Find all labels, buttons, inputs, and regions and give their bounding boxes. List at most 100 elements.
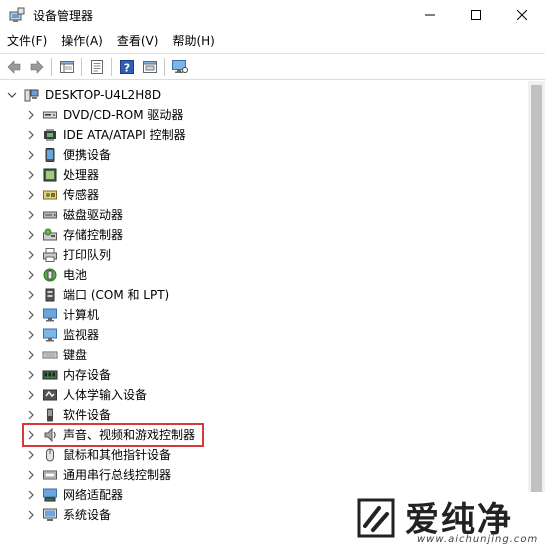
- chevron-right-icon[interactable]: [26, 110, 36, 120]
- chevron-right-icon[interactable]: [26, 510, 36, 520]
- tree-item-label: 软件设备: [63, 408, 112, 422]
- toolbar: ?: [0, 53, 545, 80]
- tree-item-label: 监视器: [63, 328, 100, 342]
- chevron-right-icon[interactable]: [26, 350, 36, 360]
- chevron-right-icon[interactable]: [26, 310, 36, 320]
- minimize-button[interactable]: [407, 0, 453, 30]
- chevron-right-icon[interactable]: [26, 270, 36, 280]
- network-adapter-icon: [42, 487, 58, 503]
- properties-view-icon: [59, 60, 74, 73]
- chevron-right-icon[interactable]: [26, 370, 36, 380]
- hid-icon: [42, 387, 58, 403]
- usb-icon: [42, 467, 58, 483]
- tree-item[interactable]: 传感器: [0, 185, 528, 205]
- chevron-right-icon[interactable]: [26, 410, 36, 420]
- close-button[interactable]: [499, 0, 545, 30]
- chevron-right-icon[interactable]: [26, 390, 36, 400]
- menu-help[interactable]: 帮助(H): [165, 30, 221, 52]
- tree-item[interactable]: DVD/CD-ROM 驱动器: [0, 105, 528, 125]
- sensor-icon: [42, 187, 58, 203]
- chevron-right-icon[interactable]: [26, 150, 36, 160]
- tree-item-label: 系统设备: [63, 508, 112, 522]
- monitor-icon: [42, 327, 58, 343]
- back-icon: [7, 59, 20, 74]
- chevron-right-icon[interactable]: [26, 290, 36, 300]
- memory-icon: [42, 367, 58, 383]
- tree-root[interactable]: DESKTOP-U4L2H8D: [0, 85, 528, 105]
- minimize-icon: [425, 14, 435, 16]
- tree-item-label: 计算机: [63, 308, 100, 322]
- tree-item-label: 人体学输入设备: [63, 388, 148, 402]
- menu-file[interactable]: 文件(F): [0, 30, 54, 52]
- tree-item-label: 网络适配器: [63, 488, 124, 502]
- maximize-button[interactable]: [453, 0, 499, 30]
- tree-item[interactable]: 处理器: [0, 165, 528, 185]
- tree-root-label: DESKTOP-U4L2H8D: [45, 88, 162, 102]
- tree-item[interactable]: 打印队列: [0, 245, 528, 265]
- computer-icon: [42, 307, 58, 323]
- tree-item[interactable]: 便携设备: [0, 145, 528, 165]
- menu-action[interactable]: 操作(A): [54, 30, 110, 52]
- tree-item-label: 打印队列: [63, 248, 112, 262]
- close-icon: [517, 10, 527, 20]
- window-controls: [407, 0, 545, 30]
- tree-item[interactable]: 键盘: [0, 345, 528, 365]
- battery-icon: [42, 267, 58, 283]
- tree-item[interactable]: 监视器: [0, 325, 528, 345]
- tree-item-label: 鼠标和其他指针设备: [63, 448, 172, 462]
- chevron-right-icon[interactable]: [26, 230, 36, 240]
- toolbar-separator: [51, 57, 52, 76]
- title-bar: 设备管理器: [0, 0, 545, 30]
- watermark: 爱纯净 www.aichunjing.com: [347, 492, 545, 550]
- scrollbar-thumb[interactable]: [531, 85, 542, 543]
- tree-item[interactable]: IDE ATA/ATAPI 控制器: [0, 125, 528, 145]
- toolbar-separator: [111, 57, 112, 76]
- watermark-url: www.aichunjing.com: [417, 534, 539, 545]
- computer-root-icon: [23, 87, 39, 103]
- tree-item-label: 端口 (COM 和 LPT): [63, 288, 170, 302]
- toolbar-separator: [164, 57, 165, 76]
- chevron-down-icon[interactable]: [7, 90, 17, 100]
- chevron-right-icon[interactable]: [26, 450, 36, 460]
- maximize-icon: [471, 10, 481, 20]
- help-button[interactable]: ?: [115, 55, 138, 78]
- tree-item[interactable]: 鼠标和其他指针设备: [0, 445, 528, 465]
- tree-item[interactable]: 通用串行总线控制器: [0, 465, 528, 485]
- tree-item[interactable]: 端口 (COM 和 LPT): [0, 285, 528, 305]
- chevron-right-icon[interactable]: [26, 190, 36, 200]
- properties-button[interactable]: [85, 55, 108, 78]
- update-driver-button[interactable]: [138, 55, 161, 78]
- tree-item-label: 通用串行总线控制器: [63, 468, 172, 482]
- tree-item[interactable]: 磁盘驱动器: [0, 205, 528, 225]
- chevron-right-icon[interactable]: [26, 210, 36, 220]
- ide-controller-icon: [42, 127, 58, 143]
- update-driver-icon: [142, 60, 157, 73]
- scan-hardware-button[interactable]: [168, 55, 191, 78]
- device-tree: DESKTOP-U4L2H8D DVD/CD-ROM 驱动器 IDE ATA/AT…: [0, 81, 528, 550]
- tree-item-label: 传感器: [63, 188, 100, 202]
- tree-item[interactable]: 软件设备: [0, 405, 528, 425]
- svg-text:?: ?: [123, 61, 129, 74]
- chevron-right-icon[interactable]: [26, 170, 36, 180]
- menu-view[interactable]: 查看(V): [110, 30, 166, 52]
- chevron-right-icon[interactable]: [26, 250, 36, 260]
- tree-item[interactable]: 人体学输入设备: [0, 385, 528, 405]
- tree-item[interactable]: 内存设备: [0, 365, 528, 385]
- back-button[interactable]: [2, 55, 25, 78]
- portable-device-icon: [42, 147, 58, 163]
- properties-view-button[interactable]: [55, 55, 78, 78]
- vertical-scrollbar[interactable]: [528, 81, 545, 550]
- printer-icon: [42, 247, 58, 263]
- mouse-icon: [42, 447, 58, 463]
- chevron-right-icon[interactable]: [26, 130, 36, 140]
- tree-item[interactable]: 计算机: [0, 305, 528, 325]
- chevron-right-icon[interactable]: [26, 470, 36, 480]
- tree-item[interactable]: 存储控制器: [0, 225, 528, 245]
- tree-item[interactable]: 电池: [0, 265, 528, 285]
- chevron-right-icon[interactable]: [26, 330, 36, 340]
- tree-item-label: 磁盘驱动器: [63, 208, 124, 222]
- port-icon: [42, 287, 58, 303]
- dvd-drive-icon: [42, 107, 58, 123]
- forward-button[interactable]: [25, 55, 48, 78]
- chevron-right-icon[interactable]: [26, 490, 36, 500]
